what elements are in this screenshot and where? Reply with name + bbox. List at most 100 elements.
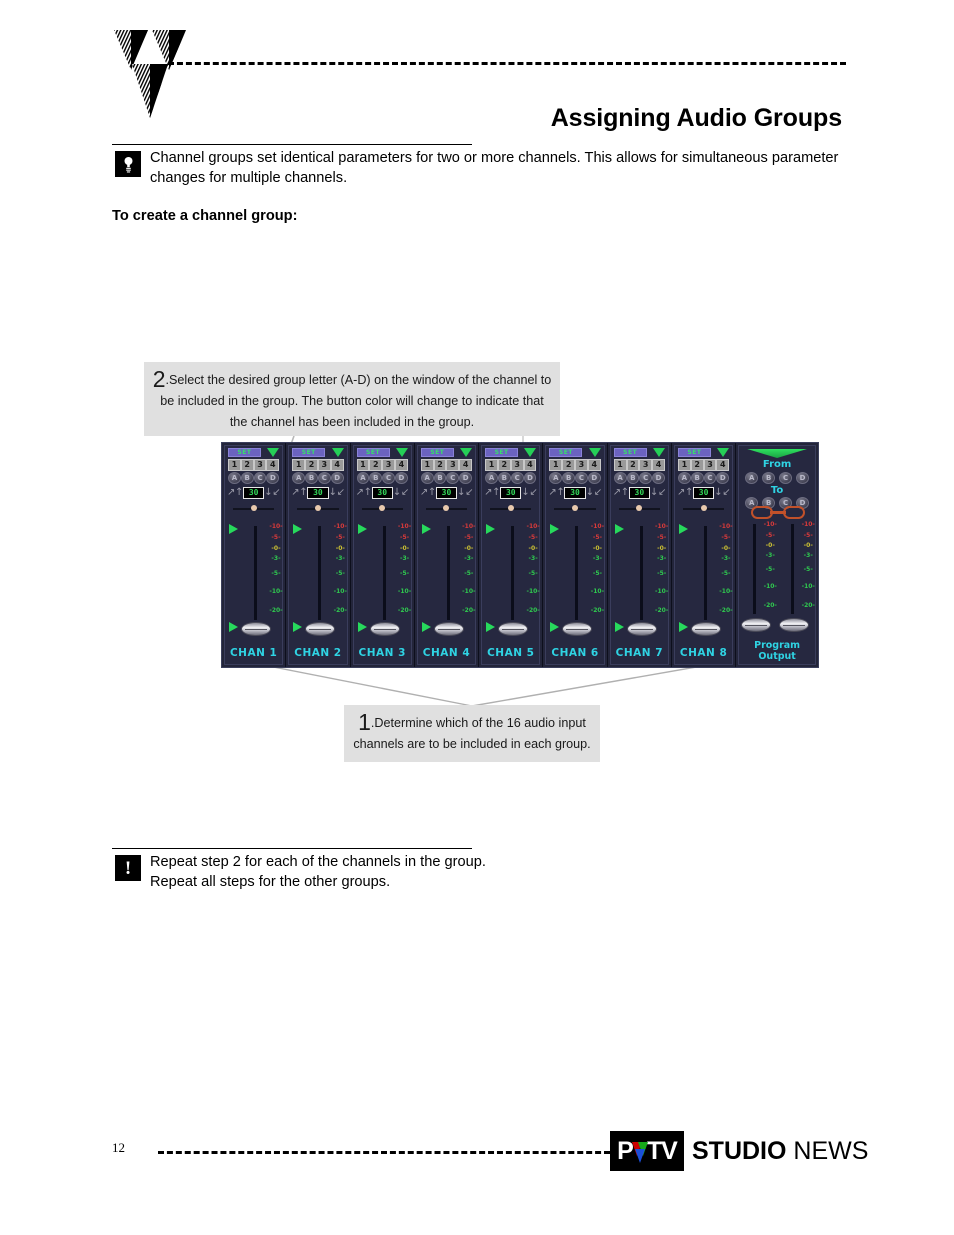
arrow-up-right-icon[interactable]: ↗ <box>291 488 299 498</box>
fader-knob[interactable] <box>562 622 593 636</box>
value-display[interactable]: 30 <box>307 487 329 499</box>
value-display[interactable]: 30 <box>564 487 586 499</box>
arrow-down-icon[interactable]: ↓ <box>393 488 401 498</box>
group-button-a[interactable]: A <box>228 472 241 484</box>
arrow-down-left-icon[interactable]: ↙ <box>401 488 409 498</box>
group-button-c[interactable]: C <box>253 472 267 484</box>
program-from-button-a[interactable]: A <box>745 472 759 484</box>
number-button-2[interactable]: 2 <box>626 459 640 471</box>
pan-knob[interactable] <box>443 505 450 511</box>
program-from-button-d[interactable]: D <box>795 472 809 484</box>
arrow-down-icon[interactable]: ↓ <box>650 488 658 498</box>
value-display[interactable]: 30 <box>692 487 715 499</box>
group-button-b[interactable]: B <box>690 472 704 484</box>
fader-knob[interactable] <box>433 622 464 636</box>
channel-strip-7[interactable]: SET 1 2 3 4 A B C D ↗ ↑ 30 ↓ ↙ -10- -5- -0- -3- -5- -10- -20… <box>607 443 672 667</box>
number-button-3[interactable]: 3 <box>317 459 331 471</box>
group-button-d[interactable]: D <box>395 472 408 484</box>
group-button-b[interactable]: B <box>626 472 640 484</box>
set-button[interactable]: SET <box>677 448 711 457</box>
number-button-1[interactable]: 1 <box>613 459 627 471</box>
arrow-right-top-icon[interactable] <box>614 524 624 534</box>
group-button-c[interactable]: C <box>510 472 524 484</box>
program-fader-left[interactable]: -10- -5- -0- -3- -5- -10- -20- <box>741 522 782 634</box>
group-button-c[interactable]: C <box>639 472 653 484</box>
number-button-4[interactable]: 4 <box>330 459 344 471</box>
arrow-up-icon[interactable]: ↑ <box>299 488 307 498</box>
channel-strip-3[interactable]: SET 1 2 3 4 A B C D ↗ ↑ 30 ↓ ↙ -10- -5- -0- -3- -5- -10- -20… <box>350 443 415 667</box>
pan-slider[interactable] <box>618 504 660 514</box>
arrow-up-right-icon[interactable]: ↗ <box>420 488 428 498</box>
arrow-up-right-icon[interactable]: ↗ <box>356 488 364 498</box>
fader-area[interactable]: -10- -5- -0- -3- -5- -10- -20- <box>227 518 283 642</box>
number-button-1[interactable]: 1 <box>228 459 241 471</box>
group-button-a[interactable]: A <box>420 472 434 484</box>
arrow-down-left-icon[interactable]: ↙ <box>337 488 345 498</box>
group-button-b[interactable]: B <box>433 472 447 484</box>
pan-knob[interactable] <box>700 505 707 511</box>
arrow-down-left-icon[interactable]: ↙ <box>658 488 666 498</box>
number-button-2[interactable]: 2 <box>433 459 447 471</box>
triangle-down-icon[interactable] <box>524 448 537 457</box>
pan-knob[interactable] <box>572 505 579 511</box>
fader-knob[interactable] <box>690 622 721 636</box>
group-button-a[interactable]: A <box>356 472 370 484</box>
arrow-up-right-icon[interactable]: ↗ <box>613 488 621 498</box>
group-button-d[interactable]: D <box>716 472 730 484</box>
fader-area[interactable]: -10- -5- -0- -3- -5- -10- -20- <box>356 518 411 642</box>
fader-knob[interactable] <box>626 622 657 636</box>
number-button-3[interactable]: 3 <box>575 459 588 471</box>
number-button-3[interactable]: 3 <box>510 459 524 471</box>
arrow-right-bottom-icon[interactable] <box>678 622 688 632</box>
channel-strip-2[interactable]: SET 1 2 3 4 A B C D ↗ ↑ 30 ↓ ↙ -10- -5- -0- -3- -5- -10- -20… <box>286 443 351 667</box>
group-button-b[interactable]: B <box>369 472 383 484</box>
number-button-1[interactable]: 1 <box>549 459 563 471</box>
value-display[interactable]: 30 <box>371 487 393 499</box>
number-button-2[interactable]: 2 <box>305 459 318 471</box>
arrow-right-top-icon[interactable] <box>293 524 303 534</box>
arrow-down-icon[interactable]: ↓ <box>521 488 529 498</box>
triangle-down-icon[interactable] <box>652 448 665 457</box>
arrow-right-bottom-icon[interactable] <box>550 622 560 632</box>
pan-knob[interactable] <box>636 505 643 511</box>
number-button-1[interactable]: 1 <box>485 459 498 471</box>
set-button[interactable]: SET <box>292 448 326 457</box>
pan-slider[interactable] <box>425 504 468 514</box>
value-display[interactable]: 30 <box>243 487 265 499</box>
set-button[interactable]: SET <box>228 448 261 457</box>
set-button[interactable]: SET <box>420 448 454 457</box>
arrow-up-right-icon[interactable]: ↗ <box>484 488 492 498</box>
group-button-b[interactable]: B <box>497 472 511 484</box>
value-display[interactable]: 30 <box>500 487 522 499</box>
group-button-a[interactable]: A <box>549 472 563 484</box>
number-button-2[interactable]: 2 <box>369 459 383 471</box>
channel-strip-5[interactable]: SET 1 2 3 4 A B C D ↗ ↑ 30 ↓ ↙ -10- -5- -0- -3- -5- -10- -20… <box>479 443 544 667</box>
set-button[interactable]: SET <box>613 448 647 457</box>
arrow-up-icon[interactable]: ↑ <box>685 488 693 498</box>
pan-knob[interactable] <box>314 505 321 511</box>
arrow-down-icon[interactable]: ↓ <box>714 488 722 498</box>
program-fader-right[interactable]: -10- -5- -0- -3- -5- -10- -20- <box>779 522 820 634</box>
arrow-right-bottom-icon[interactable] <box>421 622 431 632</box>
arrow-up-icon[interactable]: ↑ <box>556 488 564 498</box>
group-button-b[interactable]: B <box>562 472 576 484</box>
channel-strip-4[interactable]: SET 1 2 3 4 A B C D ↗ ↑ 30 ↓ ↙ -10- -5- -0- -3- -5- -10- -20… <box>414 443 480 667</box>
fader-area[interactable]: -10- -5- -0- -3- -5- -10- -20- <box>548 518 604 642</box>
pan-slider[interactable] <box>297 504 339 514</box>
fader-knob[interactable] <box>779 618 810 632</box>
fader-knob[interactable] <box>305 622 336 636</box>
number-button-1[interactable]: 1 <box>356 459 370 471</box>
arrow-down-left-icon[interactable]: ↙ <box>465 488 473 498</box>
set-button[interactable]: SET <box>485 448 519 457</box>
number-button-1[interactable]: 1 <box>420 459 434 471</box>
fader-knob[interactable] <box>369 622 400 636</box>
pan-knob[interactable] <box>379 505 386 511</box>
group-button-a[interactable]: A <box>677 472 691 484</box>
set-button[interactable]: SET <box>549 448 583 457</box>
group-button-d[interactable]: D <box>587 472 601 484</box>
channel-strip-1[interactable]: SET 1 2 3 4 A B C D ↗ ↑ 30 ↓ ↙ -10- -5- -0- -3- -5- -10- -20… <box>222 443 287 667</box>
arrow-right-top-icon[interactable] <box>486 524 496 534</box>
arrow-right-bottom-icon[interactable] <box>229 622 238 632</box>
group-button-c[interactable]: C <box>703 472 717 484</box>
channel-strip-8[interactable]: SET 1 2 3 4 A B C D ↗ ↑ 30 ↓ ↙ -10- -5- -0- -3- -5- -10- -20… <box>671 443 737 667</box>
